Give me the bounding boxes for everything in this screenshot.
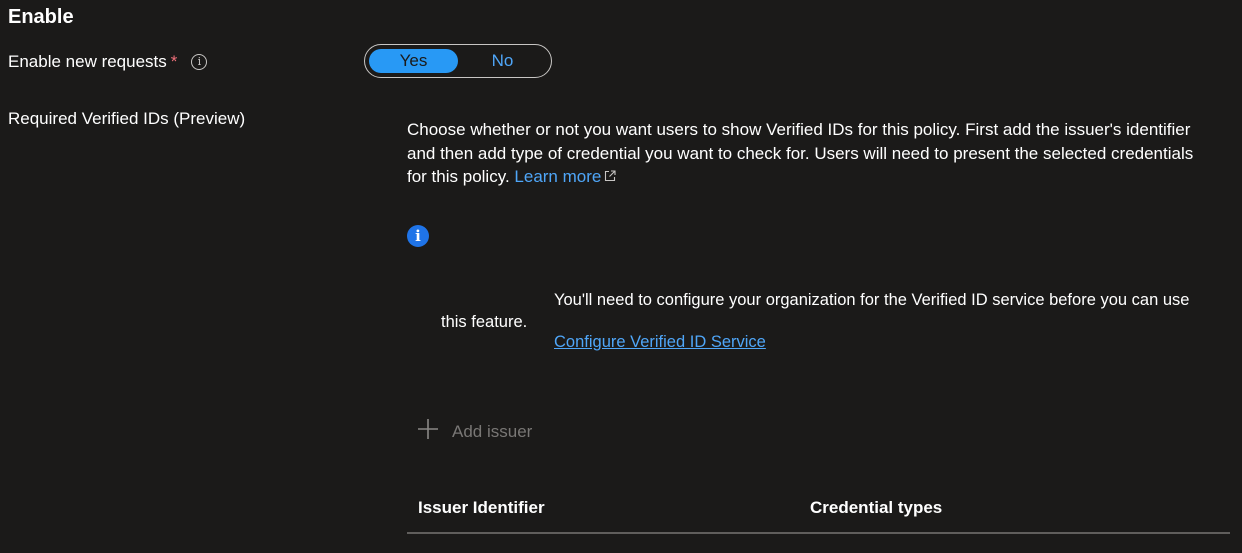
enable-new-requests-text: Enable new requests bbox=[8, 52, 167, 71]
column-header-credential-types: Credential types bbox=[810, 498, 943, 517]
add-issuer-button[interactable]: Add issuer bbox=[416, 417, 532, 447]
required-asterisk: * bbox=[170, 52, 178, 71]
toggle-yes-option[interactable]: Yes bbox=[369, 49, 458, 73]
column-header-issuer-identifier: Issuer Identifier bbox=[418, 498, 545, 517]
external-link-icon bbox=[604, 165, 616, 189]
section-title: Enable bbox=[8, 6, 74, 28]
verified-ids-description: Choose whether or not you want users to … bbox=[407, 118, 1207, 189]
add-issuer-label: Add issuer bbox=[452, 422, 533, 441]
info-circle-icon[interactable]: i bbox=[191, 53, 208, 70]
toggle-no-option[interactable]: No bbox=[458, 49, 547, 73]
plus-icon bbox=[416, 417, 440, 447]
learn-more-link[interactable]: Learn more bbox=[514, 167, 616, 186]
enable-requests-toggle[interactable]: Yes No bbox=[364, 44, 552, 78]
configure-verified-id-link[interactable]: Configure Verified ID Service bbox=[554, 331, 766, 353]
verified-id-notice: You'll need to configure your organizati… bbox=[441, 291, 1190, 331]
table-header-divider bbox=[407, 532, 1230, 534]
required-verified-ids-label: Required Verified IDs (Preview) bbox=[8, 109, 246, 128]
learn-more-text: Learn more bbox=[514, 167, 602, 186]
info-filled-icon: i bbox=[407, 225, 429, 247]
enable-new-requests-label: Enable new requests * i bbox=[8, 51, 208, 73]
